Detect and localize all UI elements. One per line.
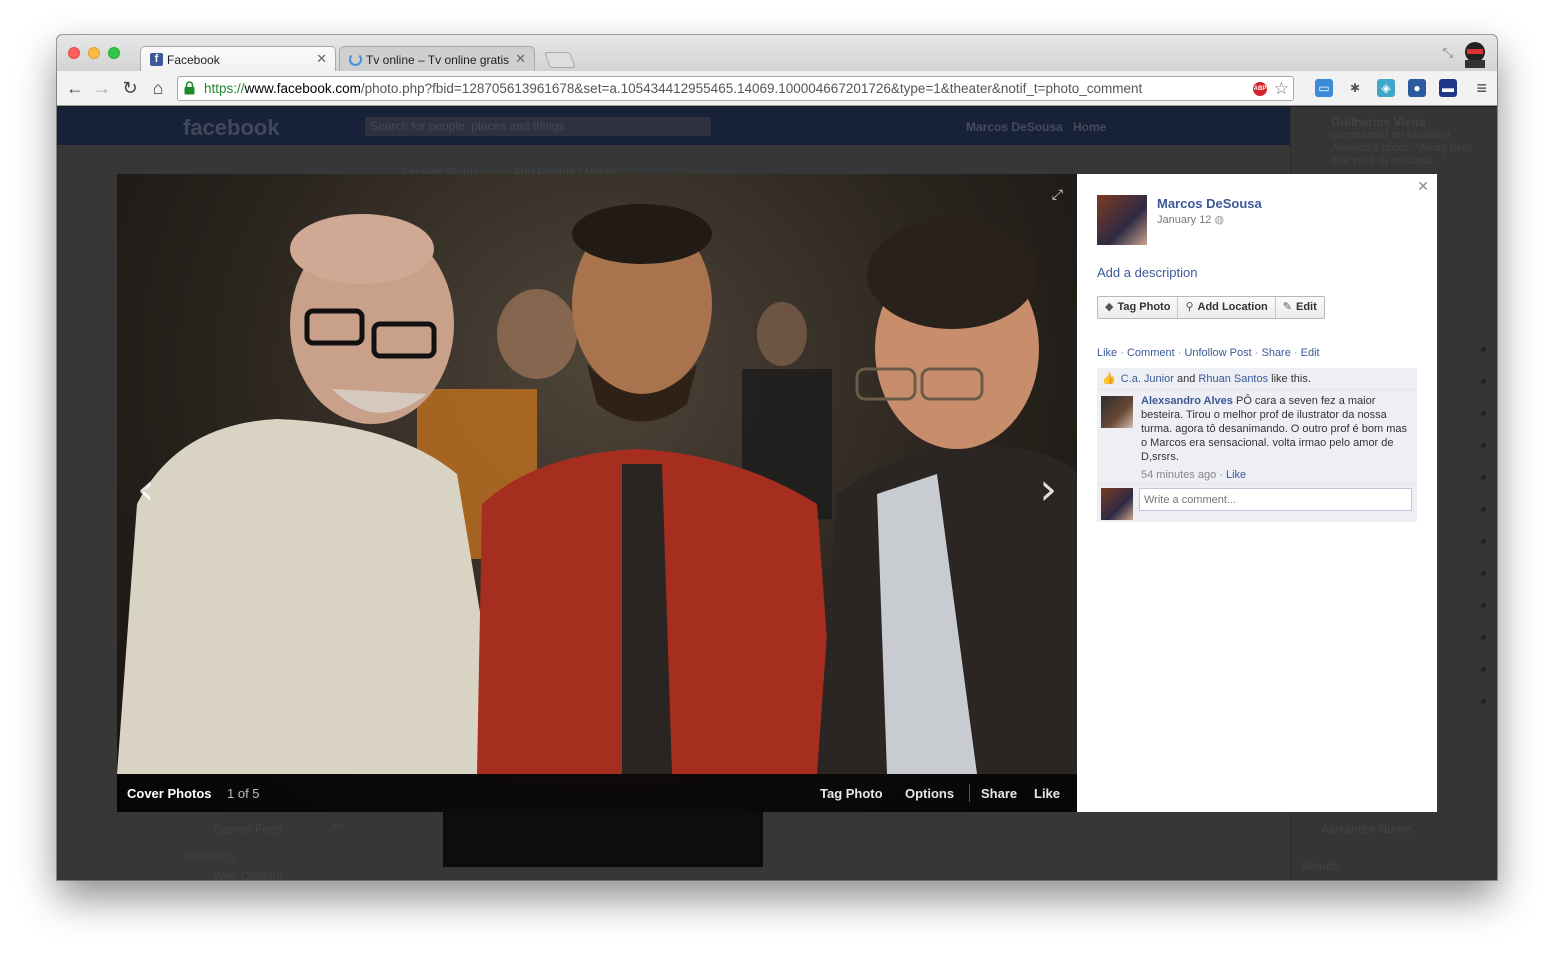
adblock-icon[interactable]: ABP [1253,82,1267,96]
likes-summary: 👍 C.a. Junior and Rhuan Santos like this. [1097,368,1417,390]
close-tab-icon[interactable]: ✕ [316,51,327,67]
tag-icon: ◆ [1105,301,1114,313]
edit-link[interactable]: Edit [1301,347,1320,359]
commenter-avatar[interactable] [1101,396,1133,428]
like-link[interactable]: Like [1097,347,1117,359]
flag-icon[interactable]: ▬ [1439,79,1457,97]
post-date[interactable]: January 12 ◍ [1157,213,1224,226]
tab-tv-online[interactable]: Tv online – Tv online gratis ✕ [339,46,535,71]
user-icon[interactable]: ● [1408,79,1426,97]
photo-stage[interactable]: ⤢ ‹ › Cover Photos 1 of 5 Tag Photo Opti… [117,174,1077,812]
comment-like-link[interactable]: Like [1226,469,1246,481]
avatar [1101,488,1133,520]
browser-window: f Facebook ✕ Tv online – Tv online grati… [57,35,1497,880]
comment-timestamp[interactable]: 54 minutes ago [1141,469,1216,481]
photo-bottom-bar: Cover Photos 1 of 5 Tag Photo Options Sh… [117,774,1077,812]
comment-link[interactable]: Comment [1127,347,1175,359]
write-comment-row [1097,484,1417,522]
puzzle-icon[interactable]: ◈ [1377,79,1395,97]
photo-position: 1 of 5 [227,786,260,801]
close-icon[interactable]: ✕ [1417,178,1429,195]
options-button[interactable]: Options [905,786,954,801]
comment-input[interactable] [1139,488,1412,511]
reload-icon[interactable]: ↻ [120,78,140,98]
new-tab-button[interactable] [544,52,576,68]
home-icon[interactable]: ⌂ [148,78,168,98]
maximize-window-button[interactable] [108,47,120,59]
comment-author[interactable]: Alexsandro Alves [1141,395,1233,407]
comment-text: Alexsandro Alves PÔ cara a seven fez a m… [1141,395,1407,463]
share-button[interactable]: Share [981,786,1017,801]
add-description-link[interactable]: Add a description [1097,265,1197,280]
menu-icon[interactable]: ≡ [1476,78,1487,99]
thumbs-up-icon: 👍 [1102,373,1116,385]
forward-icon[interactable]: → [92,78,112,98]
back-icon[interactable]: ← [65,78,85,98]
globe-icon: ◍ [1214,214,1225,226]
loading-spinner-icon [349,53,362,66]
screen-capture-icon[interactable]: ▭ [1315,79,1333,97]
facebook-icon: f [150,53,163,66]
comment: Alexsandro Alves PÔ cara a seven fez a m… [1097,390,1417,484]
fullscreen-expand-icon[interactable]: ⤢ [1052,186,1063,203]
browser-toolbar: ← → ↻ ⌂ https://www.facebook.com/photo.p… [57,71,1497,106]
minimize-window-button[interactable] [88,47,100,59]
divider [969,784,970,802]
bookmark-star-icon[interactable]: ☆ [1274,77,1289,100]
address-bar[interactable]: https://www.facebook.com/photo.php?fbid=… [177,76,1294,101]
avatar[interactable] [1097,195,1147,245]
close-tab-icon[interactable]: ✕ [515,51,526,67]
tag-photo-button[interactable]: Tag Photo [820,786,883,801]
tab-title: Tv online – Tv online gratis [366,53,510,67]
location-pin-icon: ⚲ [1185,301,1194,313]
tab-strip: f Facebook ✕ Tv online – Tv online grati… [57,35,1497,71]
pencil-icon: ✎ [1282,301,1292,313]
close-window-button[interactable] [68,47,80,59]
photo-action-buttons: ◆ Tag Photo ⚲ Add Location ✎ Edit [1097,296,1325,319]
url-text: https://www.facebook.com/photo.php?fbid=… [204,81,1143,96]
comment-meta: 54 minutes ago · Like [1141,469,1247,481]
liker-link[interactable]: Rhuan Santos [1198,373,1268,385]
edit-button[interactable]: ✎ Edit [1276,297,1324,318]
profile-avatar-icon[interactable] [1461,40,1489,68]
unfollow-post-link[interactable]: Unfollow Post [1184,347,1251,359]
photo-sidebar: ✕ Marcos DeSousa January 12 ◍ Add a desc… [1077,174,1437,812]
ufi-box: 👍 C.a. Junior and Rhuan Santos like this.… [1097,368,1417,522]
next-photo-button[interactable]: › [1039,464,1057,515]
liker-link[interactable]: C.a. Junior [1121,373,1174,385]
tag-photo-button[interactable]: ◆ Tag Photo [1098,297,1179,318]
owner-name[interactable]: Marcos DeSousa [1157,196,1262,211]
add-location-button[interactable]: ⚲ Add Location [1178,297,1276,318]
previous-photo-button[interactable]: ‹ [137,464,155,515]
album-name[interactable]: Cover Photos [127,786,212,801]
bug-icon[interactable]: ✱ [1346,79,1364,97]
tab-title: Facebook [167,53,220,67]
ufi-actions: Like · Comment · Unfollow Post · Share ·… [1097,347,1320,359]
lock-icon [184,81,195,95]
tab-facebook[interactable]: f Facebook ✕ [140,46,336,71]
like-button[interactable]: Like [1034,786,1060,801]
share-link[interactable]: Share [1261,347,1290,359]
fullscreen-icon[interactable]: ⤡ [1443,45,1453,61]
photo-image [117,204,1077,774]
